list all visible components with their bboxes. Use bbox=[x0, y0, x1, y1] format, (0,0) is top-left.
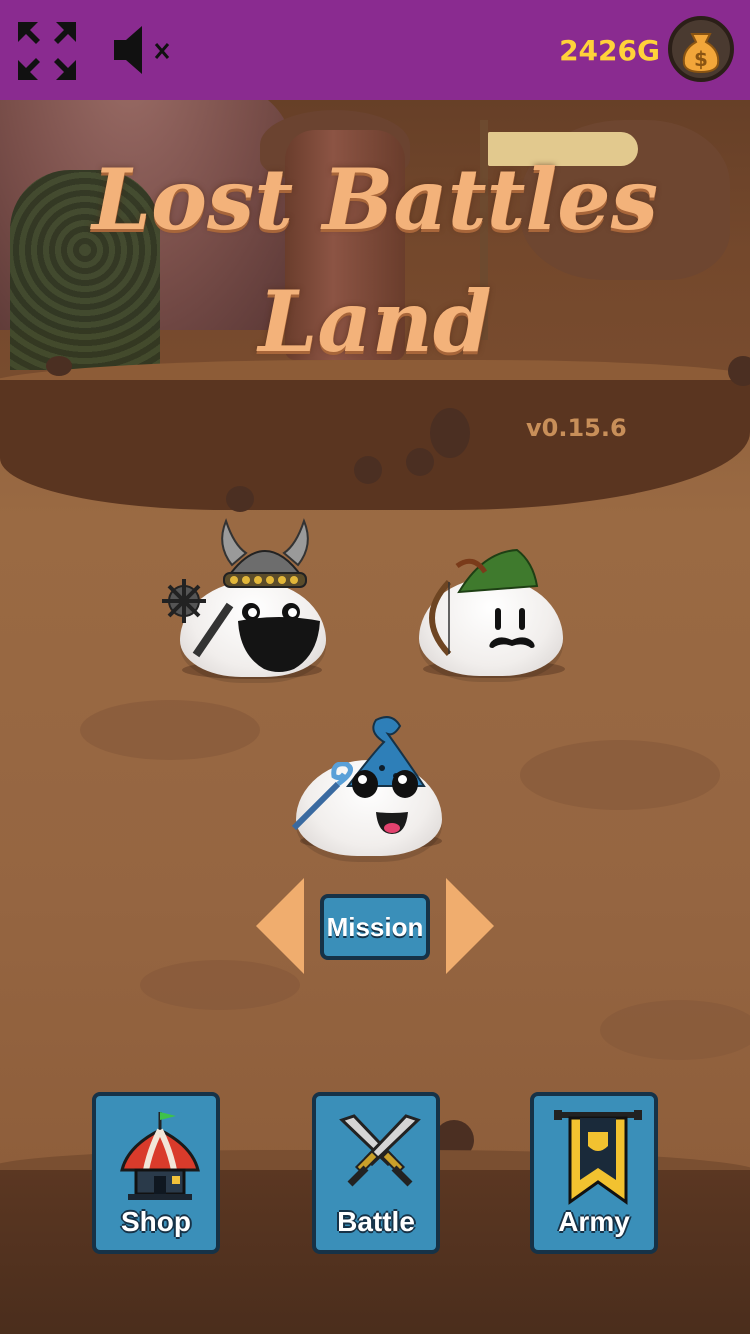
character-archer[interactable] bbox=[415, 548, 575, 688]
shop-label: Shop bbox=[121, 1206, 191, 1237]
game-title-line1: Lost Battles bbox=[91, 150, 659, 249]
gold-amount: 2426G bbox=[559, 34, 660, 67]
crossed-swords-icon bbox=[339, 1114, 421, 1187]
battle-button[interactable]: Battle bbox=[312, 1092, 440, 1254]
shop-tent-icon bbox=[120, 1112, 200, 1200]
battle-label: Battle bbox=[337, 1206, 415, 1237]
army-label: Army bbox=[558, 1206, 630, 1237]
version-label: v0.15.6 bbox=[526, 414, 627, 442]
arrow-left-icon[interactable] bbox=[256, 878, 304, 974]
character-wizard[interactable] bbox=[288, 712, 448, 862]
top-bar: 2426G $ bbox=[0, 0, 750, 100]
army-banner-icon bbox=[554, 1110, 642, 1205]
beard-icon bbox=[238, 617, 320, 672]
mute-icon[interactable] bbox=[110, 22, 180, 78]
bow-icon bbox=[429, 579, 452, 657]
fullscreen-icon[interactable] bbox=[16, 20, 78, 82]
character-viking[interactable] bbox=[160, 515, 340, 685]
money-bag-icon[interactable]: $ bbox=[668, 16, 734, 82]
shop-button[interactable]: Shop bbox=[92, 1092, 220, 1254]
game-title-line2: Land bbox=[258, 272, 492, 371]
mission-button[interactable]: Mission bbox=[320, 894, 430, 960]
svg-text:$: $ bbox=[694, 47, 708, 71]
arrow-right-icon[interactable] bbox=[446, 878, 494, 974]
smile-mouth-icon bbox=[376, 812, 408, 834]
army-button[interactable]: Army bbox=[530, 1092, 658, 1254]
staff-icon bbox=[291, 762, 353, 831]
feather-hat-icon bbox=[455, 548, 539, 594]
mustache-icon bbox=[489, 637, 535, 648]
